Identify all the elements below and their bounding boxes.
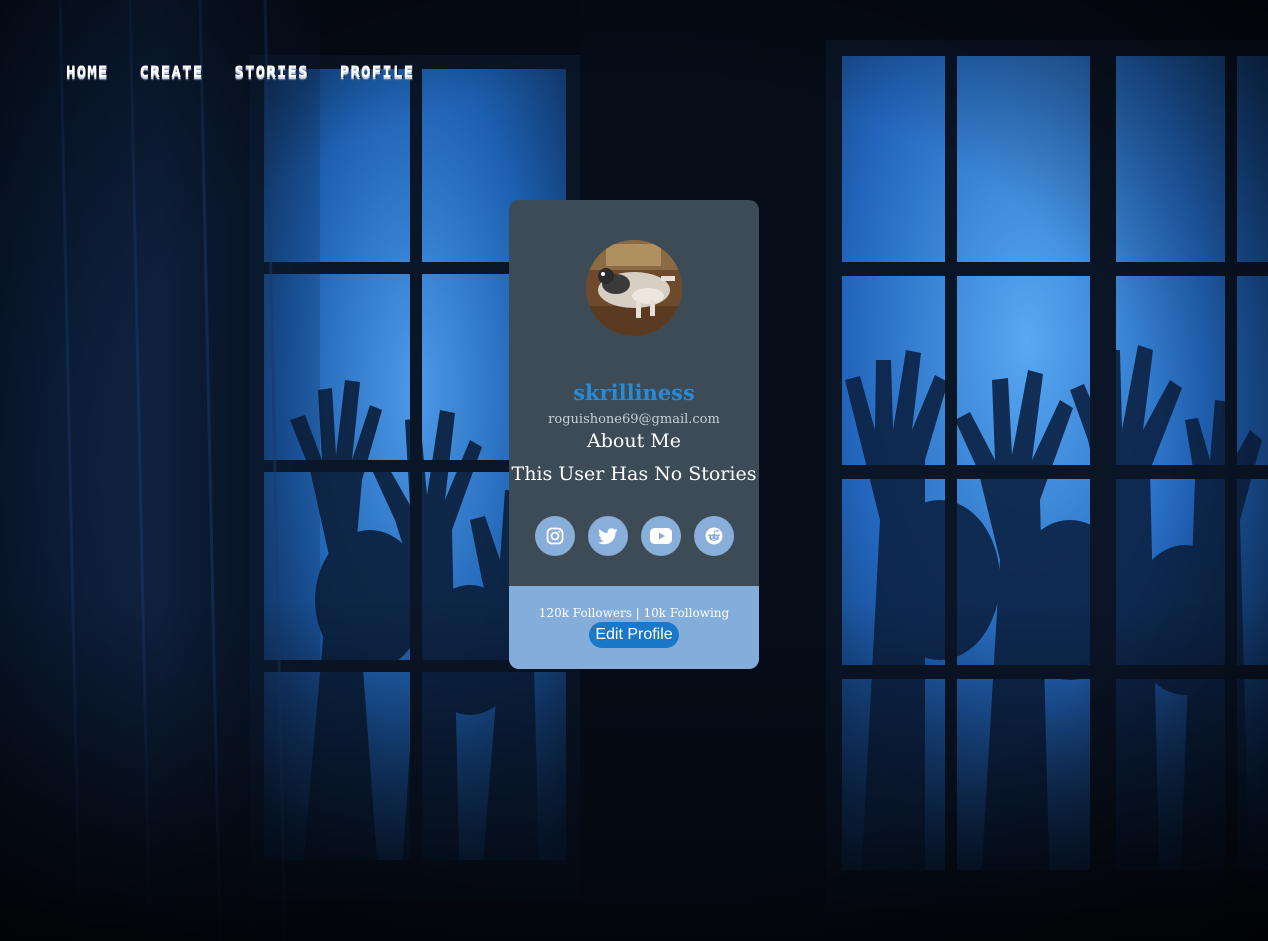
instagram-icon	[546, 527, 564, 545]
twitter-link[interactable]	[588, 516, 628, 556]
stories-status: This User Has No Stories	[511, 463, 757, 485]
avatar	[586, 240, 682, 336]
main-nav: HOME CREATE STORIES PROFILE	[66, 58, 414, 86]
profile-card-header: skrilliness roguishone69@gmail.com About…	[509, 200, 759, 586]
twitter-icon	[598, 527, 618, 544]
follow-counts: 120k Followers | 10k Following	[538, 606, 730, 620]
reddit-link[interactable]	[694, 516, 734, 556]
social-links	[535, 516, 734, 556]
instagram-link[interactable]	[535, 516, 575, 556]
reddit-icon	[705, 527, 723, 545]
edit-profile-button[interactable]: Edit Profile	[589, 622, 679, 648]
username: skrilliness	[573, 380, 695, 405]
nav-home-link[interactable]: HOME	[66, 58, 109, 86]
nav-stories-link[interactable]: STORIES	[234, 58, 308, 86]
page: HOME CREATE STORIES PROFILE skrilliness …	[0, 0, 1268, 941]
profile-card: skrilliness roguishone69@gmail.com About…	[509, 200, 759, 669]
youtube-icon	[650, 528, 672, 544]
profile-card-footer: 120k Followers | 10k Following Edit Prof…	[509, 586, 759, 669]
email: roguishone69@gmail.com	[548, 412, 720, 427]
nav-profile-link[interactable]: PROFILE	[340, 58, 414, 86]
about-heading: About Me	[587, 430, 681, 452]
youtube-link[interactable]	[641, 516, 681, 556]
nav-create-link[interactable]: CREATE	[140, 58, 204, 86]
